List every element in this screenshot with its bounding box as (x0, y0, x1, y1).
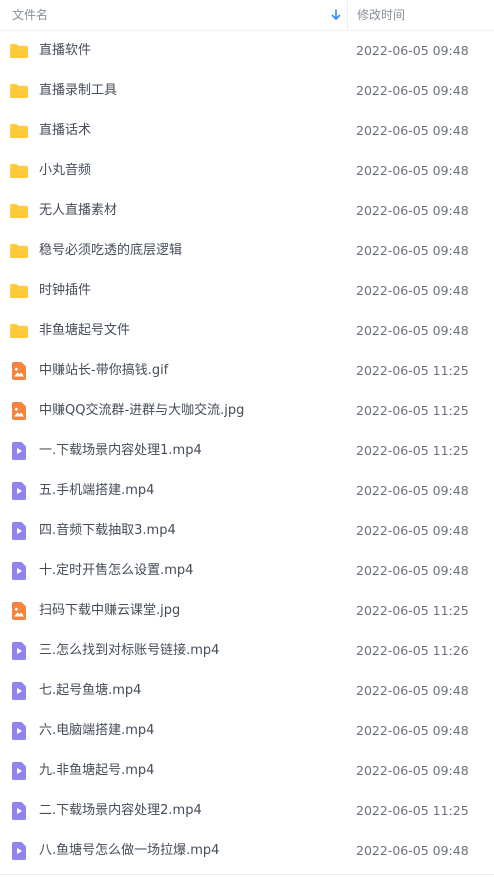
file-row[interactable]: 四.音频下载抽取3.mp4 2022-06-05 09:48 (0, 511, 494, 551)
file-name[interactable]: 五.手机端搭建.mp4 (39, 471, 339, 511)
file-row[interactable]: 二.下载场景内容处理2.mp4 2022-06-05 11:25 (0, 791, 494, 831)
file-modified-date: 2022-06-05 09:48 (356, 283, 469, 298)
file-modified-date: 2022-06-05 11:25 (356, 603, 469, 618)
file-modified-date: 2022-06-05 09:48 (356, 483, 469, 498)
file-modified-date: 2022-06-05 09:48 (356, 243, 469, 258)
file-modified-date: 2022-06-05 11:25 (356, 403, 469, 418)
file-list: 直播软件 2022-06-05 09:48 直播录制工具 2022-06-05 09:… (0, 31, 494, 871)
file-name[interactable]: 中赚QQ交流群-进群与大咖交流.jpg (39, 391, 339, 431)
file-modified-date: 2022-06-05 11:25 (356, 363, 469, 378)
file-row[interactable]: 时钟插件 2022-06-05 09:48 (0, 271, 494, 311)
file-modified-date: 2022-06-05 09:48 (356, 843, 469, 858)
file-name[interactable]: 时钟插件 (39, 271, 339, 311)
file-name[interactable]: 直播话术 (39, 111, 339, 151)
folder-icon (9, 201, 29, 221)
file-modified-date: 2022-06-05 09:48 (356, 523, 469, 538)
file-row[interactable]: 一.下载场景内容处理1.mp4 2022-06-05 11:25 (0, 431, 494, 471)
file-row[interactable]: 七.起号鱼塘.mp4 2022-06-05 09:48 (0, 671, 494, 711)
file-row[interactable]: 中赚QQ交流群-进群与大咖交流.jpg 2022-06-05 11:25 (0, 391, 494, 431)
file-name[interactable]: 二.下载场景内容处理2.mp4 (39, 791, 339, 831)
file-row[interactable]: 直播话术 2022-06-05 09:48 (0, 111, 494, 151)
file-name[interactable]: 三.怎么找到对标账号链接.mp4 (39, 631, 339, 671)
file-name[interactable]: 无人直播素材 (39, 191, 339, 231)
image-file-icon (9, 401, 29, 421)
file-row[interactable]: 三.怎么找到对标账号链接.mp4 2022-06-05 11:26 (0, 631, 494, 671)
file-modified-date: 2022-06-05 09:48 (356, 43, 469, 58)
video-file-icon (9, 561, 29, 581)
file-name[interactable]: 六.电脑端搭建.mp4 (39, 711, 339, 751)
file-row[interactable]: 稳号必须吃透的底层逻辑 2022-06-05 09:48 (0, 231, 494, 271)
file-row[interactable]: 十.定时开售怎么设置.mp4 2022-06-05 09:48 (0, 551, 494, 591)
video-file-icon (9, 801, 29, 821)
file-modified-date: 2022-06-05 09:48 (356, 683, 469, 698)
file-name[interactable]: 小丸音频 (39, 151, 339, 191)
file-modified-date: 2022-06-05 09:48 (356, 203, 469, 218)
column-divider[interactable] (347, 0, 348, 31)
file-name[interactable]: 中赚站长-带你搞钱.gif (39, 351, 339, 391)
file-modified-date: 2022-06-05 09:48 (356, 563, 469, 578)
image-file-icon (9, 361, 29, 381)
file-row[interactable]: 非鱼塘起号文件 2022-06-05 09:48 (0, 311, 494, 351)
file-row[interactable]: 中赚站长-带你搞钱.gif 2022-06-05 11:25 (0, 351, 494, 391)
file-modified-date: 2022-06-05 11:26 (356, 643, 469, 658)
video-file-icon (9, 641, 29, 661)
list-bottom-divider (0, 874, 494, 875)
file-name[interactable]: 四.音频下载抽取3.mp4 (39, 511, 339, 551)
file-row[interactable]: 直播软件 2022-06-05 09:48 (0, 31, 494, 71)
file-modified-date: 2022-06-05 11:25 (356, 443, 469, 458)
file-row[interactable]: 八.鱼塘号怎么做一场拉爆.mp4 2022-06-05 09:48 (0, 831, 494, 871)
folder-icon (9, 281, 29, 301)
column-header-name[interactable]: 文件名 (12, 0, 346, 31)
file-name[interactable]: 直播软件 (39, 31, 339, 71)
folder-icon (9, 121, 29, 141)
file-name[interactable]: 七.起号鱼塘.mp4 (39, 671, 339, 711)
file-name[interactable]: 九.非鱼塘起号.mp4 (39, 751, 339, 791)
file-name[interactable]: 非鱼塘起号文件 (39, 311, 339, 351)
folder-icon (9, 321, 29, 341)
file-modified-date: 2022-06-05 09:48 (356, 763, 469, 778)
file-modified-date: 2022-06-05 09:48 (356, 723, 469, 738)
video-file-icon (9, 681, 29, 701)
file-name[interactable]: 直播录制工具 (39, 71, 339, 111)
video-file-icon (9, 441, 29, 461)
file-modified-date: 2022-06-05 09:48 (356, 323, 469, 338)
video-file-icon (9, 521, 29, 541)
file-modified-date: 2022-06-05 09:48 (356, 123, 469, 138)
video-file-icon (9, 841, 29, 861)
file-name[interactable]: 扫码下载中赚云课堂.jpg (39, 591, 339, 631)
folder-icon (9, 161, 29, 181)
file-name[interactable]: 稳号必须吃透的底层逻辑 (39, 231, 339, 271)
file-row[interactable]: 九.非鱼塘起号.mp4 2022-06-05 09:48 (0, 751, 494, 791)
file-modified-date: 2022-06-05 09:48 (356, 163, 469, 178)
folder-icon (9, 41, 29, 61)
folder-icon (9, 241, 29, 261)
file-row[interactable]: 六.电脑端搭建.mp4 2022-06-05 09:48 (0, 711, 494, 751)
folder-icon (9, 81, 29, 101)
image-file-icon (9, 601, 29, 621)
file-row[interactable]: 直播录制工具 2022-06-05 09:48 (0, 71, 494, 111)
video-file-icon (9, 721, 29, 741)
file-list-header: 文件名 修改时间 (0, 0, 494, 31)
file-modified-date: 2022-06-05 11:25 (356, 803, 469, 818)
video-file-icon (9, 761, 29, 781)
file-name[interactable]: 八.鱼塘号怎么做一场拉爆.mp4 (39, 831, 339, 871)
file-modified-date: 2022-06-05 09:48 (356, 83, 469, 98)
file-row[interactable]: 扫码下载中赚云课堂.jpg 2022-06-05 11:25 (0, 591, 494, 631)
file-row[interactable]: 五.手机端搭建.mp4 2022-06-05 09:48 (0, 471, 494, 511)
arrow-down-icon[interactable] (330, 8, 342, 22)
video-file-icon (9, 481, 29, 501)
file-row[interactable]: 无人直播素材 2022-06-05 09:48 (0, 191, 494, 231)
file-name[interactable]: 一.下载场景内容处理1.mp4 (39, 431, 339, 471)
column-header-date[interactable]: 修改时间 (357, 0, 405, 31)
file-row[interactable]: 小丸音频 2022-06-05 09:48 (0, 151, 494, 191)
file-name[interactable]: 十.定时开售怎么设置.mp4 (39, 551, 339, 591)
